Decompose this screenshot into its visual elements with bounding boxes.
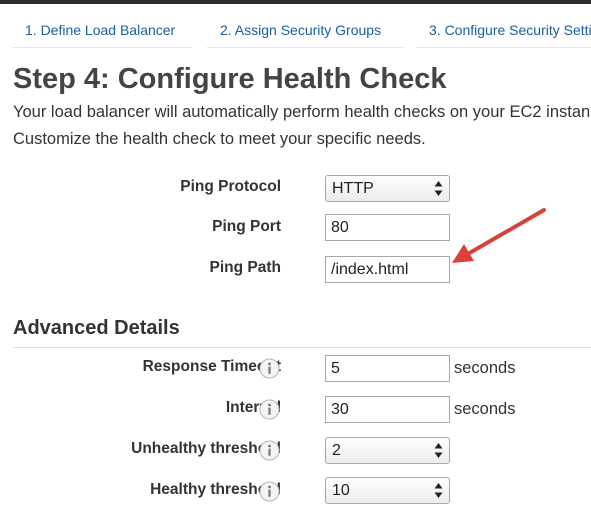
tab-assign-security-groups[interactable]: 2. Assign Security Groups xyxy=(207,4,403,48)
intro-line-1: Your load balancer will automatically pe… xyxy=(13,103,591,121)
red-arrow-icon xyxy=(452,208,546,263)
up-down-arrows-icon xyxy=(434,181,443,196)
response-timeout-input[interactable]: 5 xyxy=(325,355,450,382)
unhealthy-threshold-select[interactable]: 2 xyxy=(325,437,450,464)
response-timeout-value: 5 xyxy=(331,360,340,377)
info-icon[interactable] xyxy=(259,358,280,379)
tab-define-load-balancer[interactable]: 1. Define Load Balancer xyxy=(12,4,192,48)
ping-path-input[interactable]: /index.html xyxy=(325,256,450,283)
info-icon[interactable] xyxy=(259,481,280,502)
section-divider xyxy=(13,347,591,348)
healthy-threshold-value: 10 xyxy=(332,482,350,499)
page-title: Step 4: Configure Health Check xyxy=(13,63,447,95)
interval-input[interactable]: 30 xyxy=(325,396,450,423)
intro-text: Your load balancer will automatically pe… xyxy=(13,99,591,153)
intro-line-2: Customize the health check to meet your … xyxy=(13,130,426,148)
ping-protocol-select[interactable]: HTTP xyxy=(325,175,450,202)
ping-path-label: Ping Path xyxy=(209,259,281,276)
up-down-arrows-icon xyxy=(434,483,443,498)
info-icon[interactable] xyxy=(259,399,280,420)
ping-port-label: Ping Port xyxy=(212,218,281,235)
ping-protocol-label: Ping Protocol xyxy=(180,178,281,195)
interval-value: 30 xyxy=(331,401,349,418)
advanced-details-title: Advanced Details xyxy=(13,317,180,339)
tab-configure-security-settings[interactable]: 3. Configure Security Settings xyxy=(417,4,591,48)
response-timeout-unit: seconds xyxy=(454,359,516,377)
unhealthy-threshold-value: 2 xyxy=(332,442,341,459)
wizard-steps: 1. Define Load Balancer 2. Assign Securi… xyxy=(0,4,591,48)
up-down-arrows-icon xyxy=(434,443,443,458)
ping-protocol-value: HTTP xyxy=(332,180,374,197)
ping-path-value: /index.html xyxy=(331,261,409,278)
info-icon[interactable] xyxy=(259,440,280,461)
ping-port-value: 80 xyxy=(331,219,349,236)
healthy-threshold-select[interactable]: 10 xyxy=(325,477,450,504)
interval-unit: seconds xyxy=(454,400,516,418)
ping-port-input[interactable]: 80 xyxy=(325,214,450,241)
